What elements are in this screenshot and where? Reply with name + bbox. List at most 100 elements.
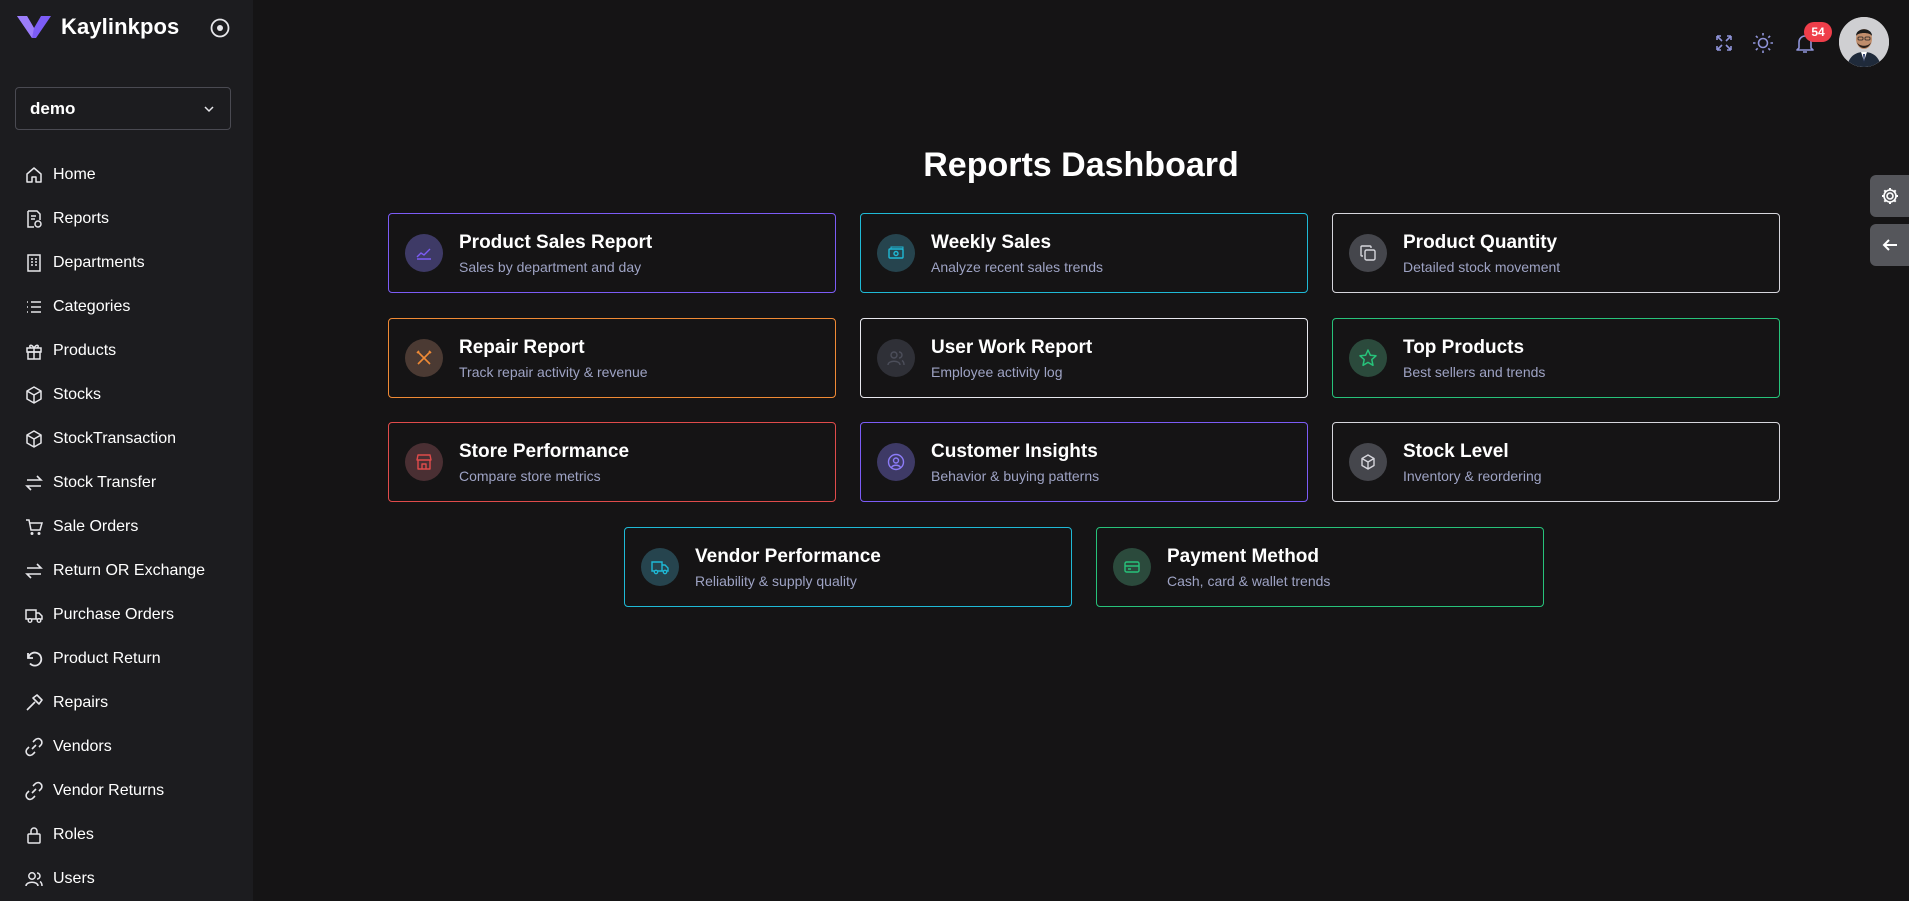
link-icon <box>25 781 43 801</box>
sidebar-item-vendors[interactable]: Vendors <box>0 725 253 769</box>
sidebar-item-roles[interactable]: Roles <box>0 813 253 857</box>
fullscreen-icon[interactable] <box>1712 31 1736 55</box>
card-vendor-performance[interactable]: Vendor Performance Reliability & supply … <box>624 527 1072 607</box>
card-subtitle: Track repair activity & revenue <box>459 364 648 380</box>
chart-line-icon <box>416 248 431 260</box>
gift-icon <box>26 344 42 360</box>
page-title: Reports Dashboard <box>923 146 1239 184</box>
sidebar-toggle-icon[interactable] <box>209 17 231 39</box>
card-store-performance[interactable]: Store Performance Compare store metrics <box>388 422 836 502</box>
card-weekly-sales[interactable]: Weekly Sales Analyze recent sales trends <box>860 213 1308 293</box>
lock-icon <box>27 827 41 844</box>
card-icon-wrap <box>877 339 915 377</box>
sidebar-item-stocks[interactable]: Stocks <box>0 373 253 417</box>
sidebar-item-home[interactable]: Home <box>0 153 253 197</box>
card-customer-insights[interactable]: Customer Insights Behavior & buying patt… <box>860 422 1308 502</box>
collapse-tab[interactable] <box>1870 224 1909 266</box>
sidebar-item-label: Reports <box>53 210 110 227</box>
brand[interactable]: Kaylinkpos <box>16 14 179 40</box>
card-icon-wrap <box>405 443 443 481</box>
report-icon <box>27 210 42 228</box>
sidebar-item-label: Home <box>53 166 96 183</box>
home-icon <box>26 167 42 183</box>
star-icon <box>1359 349 1377 367</box>
card-icon <box>1124 561 1140 573</box>
card-payment-method[interactable]: Payment Method Cash, card & wallet trend… <box>1096 527 1544 607</box>
box-icon <box>26 386 42 404</box>
card-subtitle: Behavior & buying patterns <box>931 468 1100 484</box>
store-select[interactable]: demo <box>15 87 231 130</box>
card-icon-wrap <box>877 443 915 481</box>
cash-icon <box>888 246 904 259</box>
card-title: Vendor Performance <box>695 546 881 567</box>
card-icon-wrap <box>1349 443 1387 481</box>
building-icon <box>27 254 41 272</box>
avatar[interactable] <box>1839 17 1889 67</box>
sidebar-item-users[interactable]: Users <box>0 857 253 901</box>
box-icon <box>26 430 42 448</box>
sidebar-item-label: Product Return <box>53 650 161 667</box>
users-icon <box>887 351 905 366</box>
sidebar-item-reports[interactable]: Reports <box>0 197 253 241</box>
card-subtitle: Detailed stock movement <box>1403 259 1561 275</box>
store-icon <box>416 454 432 470</box>
brand-name: Kaylinkpos <box>61 14 180 39</box>
sidebar-item-purchase-orders[interactable]: Purchase Orders <box>0 593 253 637</box>
list-icon <box>27 301 41 313</box>
card-title: Top Products <box>1403 337 1525 358</box>
users-icon <box>25 872 43 887</box>
sidebar-nav: Home Reports Departments Categories Prod… <box>0 153 253 901</box>
card-subtitle: Reliability & supply quality <box>695 573 857 589</box>
card-product-sales-report[interactable]: Product Sales Report Sales by department… <box>388 213 836 293</box>
chevron-down-icon <box>204 105 214 112</box>
card-icon-wrap <box>1113 548 1151 586</box>
v-logo-icon <box>17 16 51 38</box>
card-stock-level[interactable]: Stock Level Inventory & reordering <box>1332 422 1780 502</box>
undo-icon <box>27 651 43 667</box>
card-title: Customer Insights <box>931 441 1098 462</box>
card-icon-wrap <box>877 234 915 272</box>
card-user-work-report[interactable]: User Work Report Employee activity log <box>860 318 1308 398</box>
sidebar-item-categories[interactable]: Categories <box>0 285 253 329</box>
card-product-quantity[interactable]: Product Quantity Detailed stock movement <box>1332 213 1780 293</box>
card-icon-wrap <box>641 548 679 586</box>
sidebar-item-stock-transfer[interactable]: Stock Transfer <box>0 461 253 505</box>
sidebar-item-label: Users <box>53 870 95 887</box>
card-icon-wrap <box>1349 234 1387 272</box>
cart-icon <box>26 519 43 535</box>
sidebar-item-return-or-exchange[interactable]: Return OR Exchange <box>0 549 253 593</box>
card-icon-wrap <box>1349 339 1387 377</box>
sidebar-item-products[interactable]: Products <box>0 329 253 373</box>
transfer-icon <box>25 475 43 491</box>
sidebar-item-label: Categories <box>53 298 131 315</box>
card-top-products[interactable]: Top Products Best sellers and trends <box>1332 318 1780 398</box>
card-icon-wrap <box>405 339 443 377</box>
hammer-icon <box>26 694 43 711</box>
sidebar-item-label: Purchase Orders <box>53 606 174 623</box>
sidebar-item-departments[interactable]: Departments <box>0 241 253 285</box>
sidebar-item-label: Repairs <box>53 694 109 711</box>
card-title: Stock Level <box>1403 441 1509 462</box>
cube-icon <box>1361 454 1375 470</box>
sidebar-item-vendor-returns[interactable]: Vendor Returns <box>0 769 253 813</box>
sidebar-item-product-return[interactable]: Product Return <box>0 637 253 681</box>
card-title: Repair Report <box>459 337 585 358</box>
sidebar-item-label: Vendors <box>53 738 112 755</box>
sun-icon[interactable] <box>1751 31 1775 55</box>
arrow-left-icon <box>1882 239 1897 251</box>
card-title: Weekly Sales <box>931 232 1052 253</box>
card-repair-report[interactable]: Repair Report Track repair activity & re… <box>388 318 836 398</box>
sidebar-item-label: Stock Transfer <box>53 474 157 491</box>
card-title: User Work Report <box>931 337 1093 358</box>
sidebar: Kaylinkpos demo Home Reports Departments… <box>0 0 253 901</box>
sidebar-item-sale-orders[interactable]: Sale Orders <box>0 505 253 549</box>
sidebar-item-repairs[interactable]: Repairs <box>0 681 253 725</box>
copy-icon <box>1360 245 1376 261</box>
card-subtitle: Cash, card & wallet trends <box>1167 573 1331 589</box>
store-select-value: demo <box>30 98 76 118</box>
card-subtitle: Sales by department and day <box>459 259 642 275</box>
card-title: Product Quantity <box>1403 232 1558 253</box>
user-avatar-icon <box>1839 17 1889 67</box>
sidebar-item-stocktransaction[interactable]: StockTransaction <box>0 417 253 461</box>
truck-icon <box>25 609 43 623</box>
